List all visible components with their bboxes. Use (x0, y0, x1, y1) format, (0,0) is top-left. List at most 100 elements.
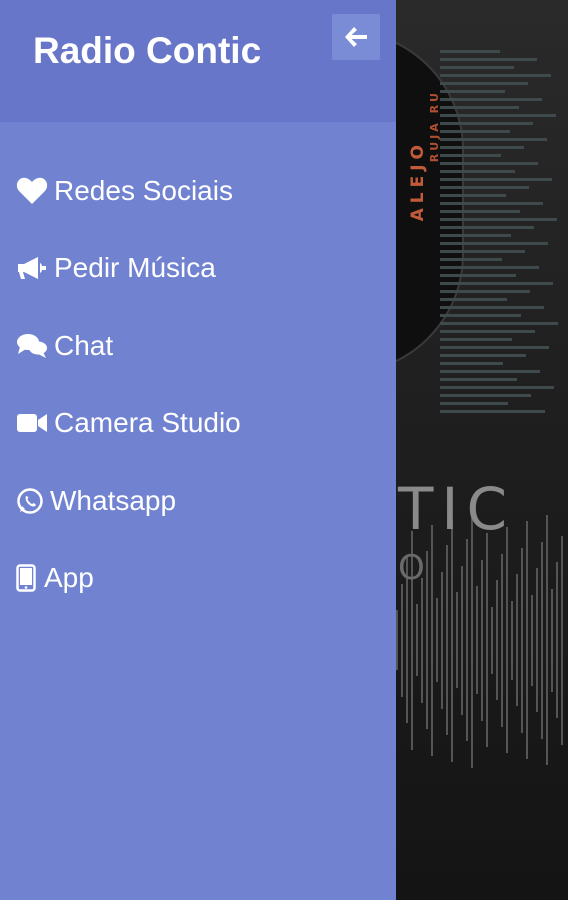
equalizer-bar (440, 202, 543, 205)
equalizer-bar (440, 210, 520, 213)
menu-item-camera-studio[interactable]: Camera Studio (0, 385, 396, 463)
equalizer-bar (440, 138, 547, 141)
waveform-line (556, 562, 558, 718)
menu-item-label: Camera Studio (54, 407, 241, 439)
equalizer-bar (440, 122, 533, 125)
equalizer-bar (440, 218, 557, 221)
menu-item-label: App (44, 562, 94, 594)
waveform-line (431, 524, 433, 756)
whatsapp-icon (16, 486, 46, 516)
equalizer-bar (440, 74, 551, 77)
waveform-line (466, 539, 468, 741)
menu-item-whatsapp[interactable]: Whatsapp (0, 462, 396, 540)
brand-subtext: O (398, 548, 425, 588)
waveform-line (536, 568, 538, 712)
waveform-line (511, 600, 513, 680)
equalizer-bar (440, 66, 514, 69)
equalizer-bar (440, 298, 507, 301)
brand-text: TIC (398, 475, 516, 543)
equalizer-bar (440, 386, 554, 389)
waveform-line (506, 527, 508, 753)
drawer-menu: Redes Sociais Pedir Música Chat Camera S… (0, 152, 396, 617)
waveform-line (546, 515, 548, 765)
equalizer-bar (440, 98, 542, 101)
equalizer-bar (440, 250, 525, 253)
waveform-line (436, 598, 438, 682)
megaphone-icon (16, 253, 50, 283)
arrow-left-icon (345, 27, 367, 47)
equalizer-bar (440, 170, 515, 173)
equalizer-bar (440, 154, 501, 157)
equalizer-bar (440, 282, 553, 285)
menu-item-redes-sociais[interactable]: Redes Sociais (0, 152, 396, 230)
waveform-line (491, 606, 493, 674)
equalizer-bar (440, 162, 538, 165)
equalizer-bar (440, 370, 540, 373)
equalizer-graphic (440, 50, 560, 420)
waveform-line (496, 580, 498, 700)
equalizer-bar (440, 242, 548, 245)
waveform-line (501, 553, 503, 727)
equalizer-bar (440, 354, 526, 357)
waveform-line (421, 577, 423, 703)
waveform-line (541, 541, 543, 739)
equalizer-bar (440, 274, 516, 277)
waveform-line (521, 547, 523, 733)
waveform-line (416, 604, 418, 676)
video-camera-icon (16, 408, 50, 438)
waveform-line (451, 518, 453, 762)
equalizer-bar (440, 378, 517, 381)
heart-icon (16, 176, 50, 206)
equalizer-bar (440, 410, 545, 413)
drawer-title: Radio Contic (33, 30, 262, 71)
equalizer-bar (440, 226, 534, 229)
menu-item-label: Redes Sociais (54, 174, 233, 206)
waveform-line (561, 535, 563, 745)
equalizer-bar (440, 258, 502, 261)
waveform-line (426, 551, 428, 729)
waveform-line (476, 586, 478, 694)
equalizer-bar (440, 194, 506, 197)
waveform-line (516, 574, 518, 706)
equalizer-bar (440, 290, 530, 293)
equalizer-bar (440, 346, 549, 349)
waveform-line (446, 545, 448, 735)
equalizer-bar (440, 330, 535, 333)
equalizer-bar (440, 322, 558, 325)
menu-item-label: Whatsapp (50, 484, 177, 516)
waveform-line (396, 610, 398, 670)
menu-item-label: Pedir Música (54, 252, 216, 284)
menu-item-pedir-musica[interactable]: Pedir Música (0, 230, 396, 308)
chat-bubbles-icon (16, 331, 50, 361)
waveform-line (531, 594, 533, 686)
waveform-line (471, 512, 473, 768)
equalizer-bar (440, 146, 524, 149)
equalizer-bar (440, 178, 552, 181)
waveform-line (456, 592, 458, 688)
equalizer-bar (440, 186, 529, 189)
equalizer-bar (440, 402, 508, 405)
equalizer-bar (440, 338, 512, 341)
close-drawer-button[interactable] (332, 14, 380, 60)
equalizer-bar (440, 58, 537, 61)
waveform-line (401, 583, 403, 697)
mobile-phone-icon (16, 563, 40, 593)
equalizer-bar (440, 114, 556, 117)
waveform-line (461, 565, 463, 715)
equalizer-bar (440, 82, 528, 85)
menu-item-label: Chat (54, 329, 114, 361)
waveform-line (481, 559, 483, 721)
waveform-line (551, 588, 553, 692)
equalizer-bar (440, 314, 521, 317)
equalizer-bar (440, 394, 531, 397)
equalizer-bar (440, 306, 544, 309)
menu-item-chat[interactable]: Chat (0, 307, 396, 385)
logo-text: ALEJO (408, 140, 428, 222)
equalizer-bar (440, 362, 503, 365)
equalizer-bar (440, 106, 519, 109)
equalizer-bar (440, 130, 510, 133)
equalizer-bar (440, 234, 511, 237)
waveform-line (486, 533, 488, 747)
menu-item-app[interactable]: App (0, 540, 396, 618)
waveform-line (441, 571, 443, 709)
